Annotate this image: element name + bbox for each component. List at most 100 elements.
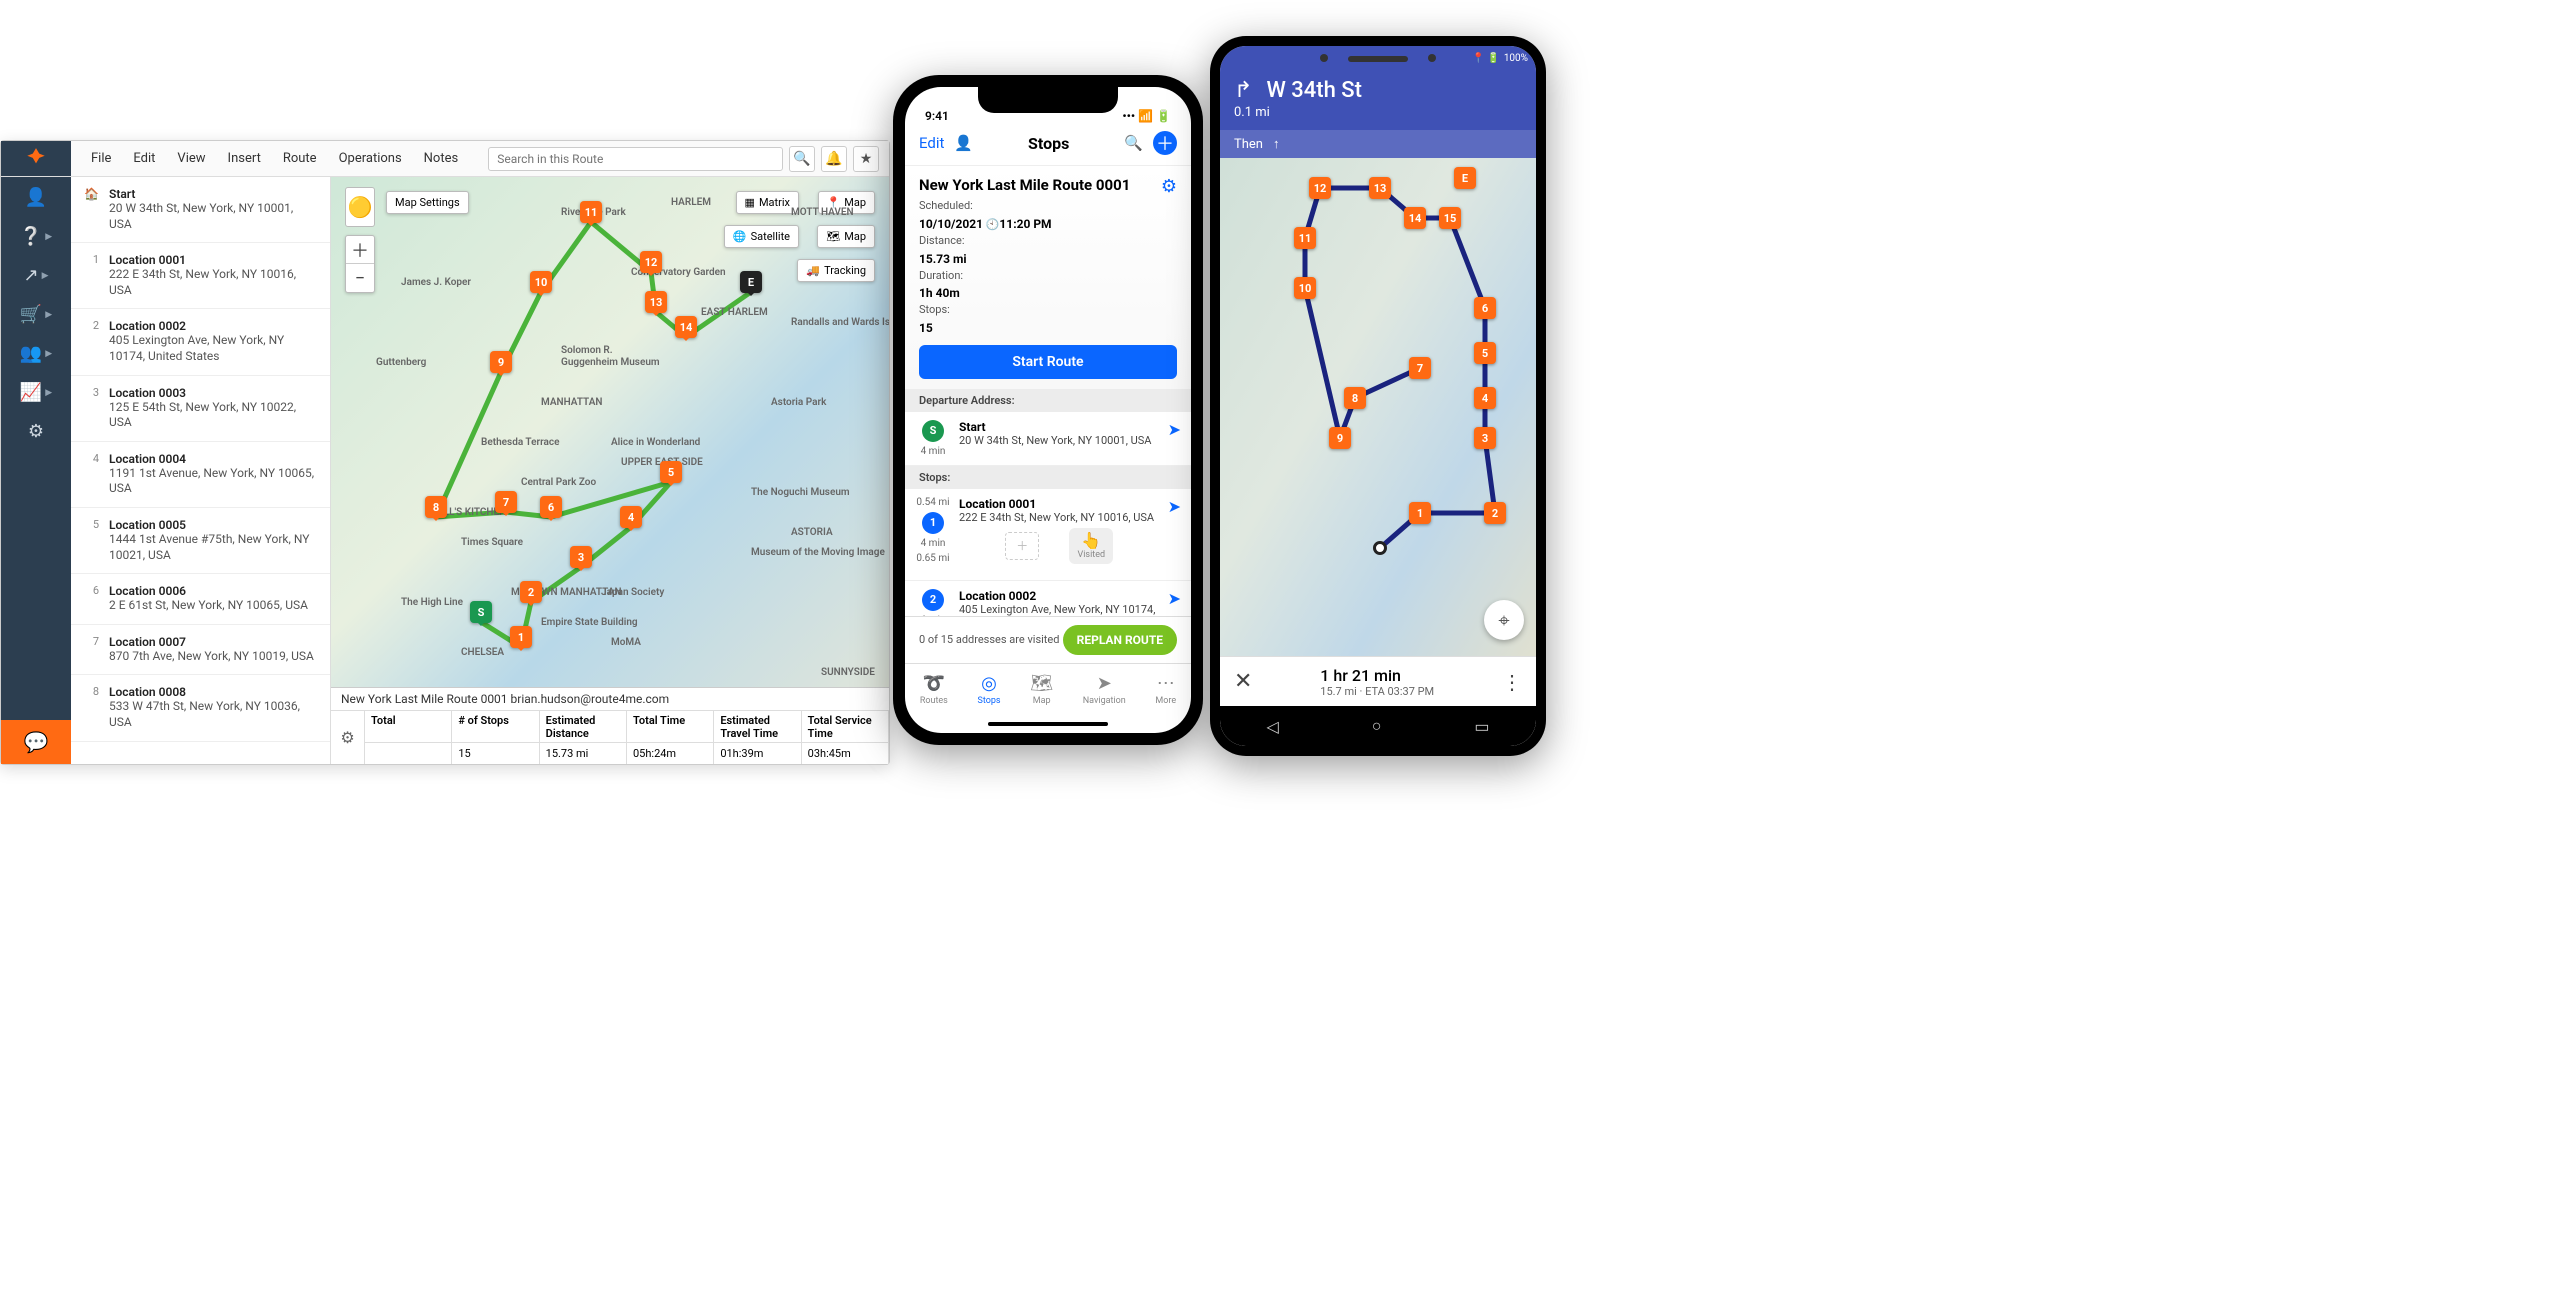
start-route-button[interactable]: Start Route (919, 345, 1177, 379)
map-marker[interactable]: 10 (1294, 277, 1316, 299)
ios-search-icon[interactable]: 🔍 (1124, 134, 1143, 152)
map-marker[interactable]: 7 (495, 491, 517, 517)
tab-stops[interactable]: ◎Stops (978, 673, 1001, 706)
menu-operations[interactable]: Operations (339, 151, 402, 166)
ios-card-gear-icon[interactable]: ⚙ (1161, 176, 1177, 197)
nav-back-icon[interactable]: ◁ (1266, 717, 1278, 736)
map-marker[interactable]: 13 (645, 291, 667, 317)
map-marker[interactable]: 12 (640, 251, 662, 277)
rail-routes-icon[interactable]: ↗▶ (23, 265, 48, 286)
map2-button[interactable]: 🗺 Map (817, 225, 875, 248)
map-marker[interactable]: 3 (1474, 427, 1496, 449)
map-marker[interactable]: 3 (570, 546, 592, 572)
map-marker[interactable]: 13 (1369, 177, 1391, 199)
pegman-icon[interactable]: 🟡 (345, 187, 375, 227)
close-nav-icon[interactable]: ✕ (1234, 669, 1252, 694)
rail-team-icon[interactable]: 👥▶ (20, 343, 52, 364)
map-marker[interactable]: 1 (1409, 502, 1431, 524)
menu-notes[interactable]: Notes (424, 151, 459, 166)
replan-route-button[interactable]: REPLAN ROUTE (1063, 625, 1177, 655)
list-item[interactable]: 3Location 0003125 E 54th St, New York, N… (71, 376, 330, 442)
list-item[interactable]: 6Location 00062 E 61st St, New York, NY … (71, 574, 330, 625)
rail-analytics-icon[interactable]: 📈▶ (20, 382, 52, 403)
tab-navigation[interactable]: ➤Navigation (1083, 673, 1126, 706)
map-marker[interactable]: 4 (620, 506, 642, 532)
map-marker[interactable]: 14 (1404, 207, 1426, 229)
rail-help-icon[interactable]: ❔▶ (20, 226, 52, 247)
map-marker[interactable]: 4 (1474, 387, 1496, 409)
menu-edit[interactable]: Edit (133, 151, 155, 166)
map-marker[interactable]: 6 (540, 496, 562, 522)
bell-icon[interactable]: 🔔 (821, 146, 847, 172)
zoom-out-button[interactable]: − (346, 264, 374, 292)
note-chip-icon[interactable]: ＋ (1005, 532, 1039, 560)
map-marker[interactable]: 5 (660, 461, 682, 487)
menu-insert[interactable]: Insert (228, 151, 261, 166)
map-marker[interactable]: 12 (1309, 177, 1331, 199)
zoom-in-button[interactable]: ＋ (346, 236, 374, 264)
visited-thumb-icon[interactable]: 👆Visited (1069, 528, 1113, 564)
map-marker[interactable]: 15 (1439, 207, 1461, 229)
map-marker[interactable]: 9 (1329, 427, 1351, 449)
list-item[interactable]: 4Location 00041191 1st Avenue, New York,… (71, 442, 330, 508)
map-marker[interactable]: 11 (580, 201, 602, 227)
tab-more[interactable]: ⋯More (1155, 673, 1176, 706)
ios-user-icon[interactable]: 👤 (954, 134, 973, 152)
menu-route[interactable]: Route (283, 151, 317, 166)
list-item[interactable]: 5Location 00051444 1st Avenue #75th, New… (71, 508, 330, 574)
list-item[interactable]: 7Location 0007870 7th Ave, New York, NY … (71, 625, 330, 676)
nav-home-icon[interactable]: ○ (1372, 716, 1382, 736)
tab-map[interactable]: 🗺Map (1030, 673, 1053, 706)
menu-view[interactable]: View (177, 151, 205, 166)
stops-panel[interactable]: Start20 W 34th St, New York, NY 10001, U… (71, 177, 331, 764)
map-marker[interactable]: 6 (1474, 297, 1496, 319)
search-icon[interactable]: 🔍 (789, 146, 815, 172)
ios-stop-1[interactable]: 0.54 mi14 min0.65 mi Location 0001222 E … (905, 489, 1191, 581)
android-map[interactable]: ⌖ 121311141510657483912E (1220, 158, 1536, 656)
rail-orders-icon[interactable]: 🛒▶ (20, 304, 52, 325)
map-marker[interactable]: 1 (510, 626, 532, 652)
map-marker[interactable]: 2 (520, 581, 542, 607)
map-marker[interactable]: 11 (1294, 227, 1316, 249)
matrix-button[interactable]: ▦ Matrix (736, 191, 799, 214)
map-settings-button[interactable]: Map Settings (386, 191, 469, 214)
map-marker[interactable]: 10 (530, 271, 552, 297)
map-marker[interactable]: 7 (1409, 357, 1431, 379)
star-icon[interactable]: ★ (853, 146, 879, 172)
menu-file[interactable]: File (91, 151, 111, 166)
map-marker[interactable]: 2 (1484, 502, 1506, 524)
ios-stop-2[interactable]: 26 min Location 0002405 Lexington Ave, N… (905, 581, 1191, 617)
rail-add-user-icon[interactable]: 👤 (25, 187, 47, 208)
more-icon[interactable]: ⋮ (1502, 670, 1522, 694)
map-marker[interactable]: S (470, 601, 492, 627)
map-marker[interactable]: 5 (1474, 342, 1496, 364)
ios-add-button[interactable]: ＋ (1153, 131, 1177, 155)
map-marker[interactable]: E (1454, 167, 1476, 189)
nav-arrow-icon[interactable]: ➤ (1168, 497, 1181, 516)
footer-gear-icon[interactable]: ⚙ (331, 711, 365, 764)
map-marker[interactable]: 8 (1344, 387, 1366, 409)
map-marker[interactable]: 14 (675, 316, 697, 342)
map-marker[interactable]: 8 (425, 496, 447, 522)
list-item[interactable]: 2Location 0002405 Lexington Ave, New Yor… (71, 309, 330, 375)
list-item[interactable]: 8Location 0008533 W 47th St, New York, N… (71, 675, 330, 741)
ios-stop-start[interactable]: S4 min Start20 W 34th St, New York, NY 1… (905, 412, 1191, 466)
nav-recents-icon[interactable]: ▭ (1474, 717, 1489, 736)
search-input[interactable] (488, 147, 783, 171)
app-logo[interactable] (1, 141, 71, 176)
map-marker[interactable]: E (740, 271, 762, 297)
satellite-button[interactable]: 🌐 Satellite (724, 225, 799, 248)
map-area[interactable]: 🟡 Map Settings ＋ − ▦ Matrix 📍 Map 🌐 Sate… (331, 177, 889, 764)
list-item[interactable]: 1Location 0001222 E 34th St, New York, N… (71, 243, 330, 309)
tab-routes[interactable]: ➰Routes (920, 673, 948, 706)
ios-edit-button[interactable]: Edit (919, 134, 944, 152)
nav-arrow-icon[interactable]: ➤ (1168, 589, 1181, 608)
nav-arrow-icon[interactable]: ➤ (1168, 420, 1181, 439)
ios-stops-scroll[interactable]: Departure Address: S4 min Start20 W 34th… (905, 389, 1191, 617)
map-marker[interactable]: 9 (490, 351, 512, 377)
recenter-button[interactable]: ⌖ (1484, 600, 1524, 640)
list-item[interactable]: Start20 W 34th St, New York, NY 10001, U… (71, 177, 330, 243)
rail-user-settings-icon[interactable]: ⚙ (28, 421, 44, 442)
tracking-button[interactable]: 🚚 Tracking (797, 259, 875, 282)
rail-chat-icon[interactable]: 💬 (1, 720, 71, 764)
